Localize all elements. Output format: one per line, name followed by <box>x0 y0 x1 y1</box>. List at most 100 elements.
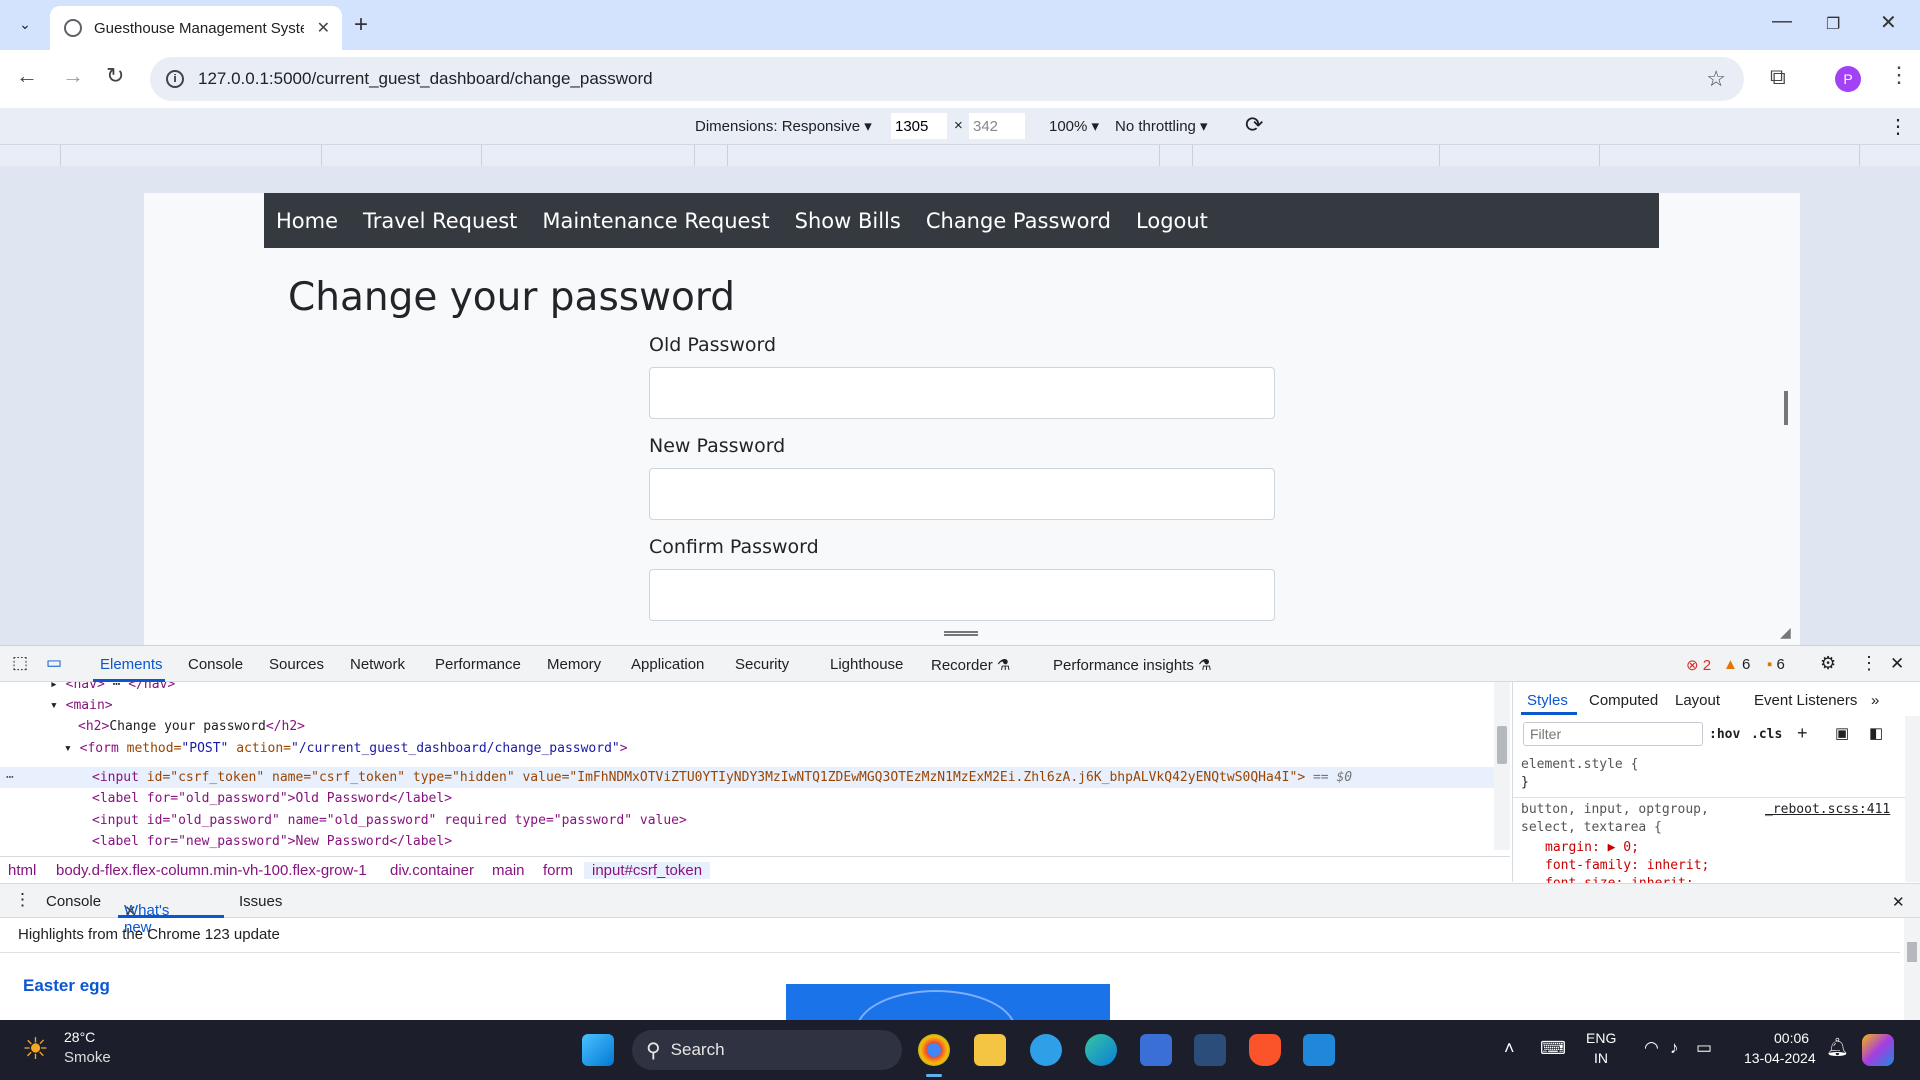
tab-console[interactable]: Console <box>188 656 243 673</box>
tab-network[interactable]: Network <box>350 656 405 673</box>
language-in[interactable]: IN <box>1594 1050 1608 1066</box>
scrollbar-thumb[interactable] <box>1497 726 1507 764</box>
whats-new-banner-image[interactable] <box>786 984 1110 1022</box>
nav-home[interactable]: Home <box>276 209 338 233</box>
vscode-icon[interactable] <box>1303 1034 1335 1066</box>
drawer-scrollbar[interactable] <box>1904 918 1920 1022</box>
code-line-form[interactable]: ▾ <form method="POST" action="/current_g… <box>64 738 628 759</box>
nav-logout[interactable]: Logout <box>1136 209 1208 233</box>
inspect-element-icon[interactable]: ⬚ <box>12 653 28 673</box>
nav-maintenance-request[interactable]: Maintenance Request <box>542 209 769 233</box>
nav-change-password[interactable]: Change Password <box>926 209 1111 233</box>
more-tabs-icon[interactable]: » <box>1871 692 1879 709</box>
devtools-close-icon[interactable]: ✕ <box>1890 654 1904 674</box>
file-explorer-icon[interactable] <box>974 1034 1006 1066</box>
clock-date[interactable]: 13-04-2024 <box>1744 1050 1816 1066</box>
brave-icon[interactable] <box>1249 1034 1281 1066</box>
window-close-icon[interactable]: ✕ <box>1880 10 1897 35</box>
restore-icon[interactable]: ❐ <box>1826 14 1840 34</box>
keyboard-icon[interactable]: ⌨ <box>1540 1038 1566 1059</box>
weather-desc[interactable]: Smoke <box>64 1049 111 1066</box>
tab-layout[interactable]: Layout <box>1675 692 1720 709</box>
bookmark-star-icon[interactable]: ☆ <box>1706 66 1726 92</box>
resize-handle-bottom[interactable] <box>944 631 978 636</box>
new-password-input[interactable] <box>649 468 1275 520</box>
issues-count[interactable]: ▪ 6 <box>1767 656 1785 673</box>
reload-icon[interactable]: ↻ <box>106 63 124 89</box>
code-line-label1[interactable]: <label for="old_password">Old Password</… <box>92 788 452 809</box>
resize-handle-right[interactable] <box>1784 391 1788 425</box>
site-info-icon[interactable]: i <box>166 70 184 88</box>
zoom-dropdown[interactable]: 100% ▾ <box>1049 117 1099 135</box>
tab-memory[interactable]: Memory <box>547 656 601 673</box>
copilot-icon[interactable] <box>1030 1034 1062 1066</box>
tab-recorder[interactable]: Recorder ⚗ <box>931 656 1010 674</box>
styles-scrollbar[interactable] <box>1905 716 1920 882</box>
settings-gear-icon[interactable]: ⚙ <box>1820 653 1836 674</box>
chevron-up-icon[interactable]: ˄ <box>1504 1038 1515 1059</box>
nav-show-bills[interactable]: Show Bills <box>795 209 901 233</box>
sidebar-toggle-icon[interactable]: ◧ <box>1869 724 1883 742</box>
code-line-h2[interactable]: <h2>Change your password</h2> <box>78 716 305 737</box>
breadcrumb-main[interactable]: main <box>492 862 525 879</box>
tab-performance-insights[interactable]: Performance insights ⚗ <box>1053 656 1212 674</box>
elements-scrollbar[interactable] <box>1494 682 1510 850</box>
drawer-close-icon[interactable]: ✕ <box>1892 893 1905 911</box>
devtools-more-icon[interactable]: ⋮ <box>1860 653 1878 674</box>
extensions-icon[interactable]: ⧉ <box>1770 64 1786 90</box>
code-line-label2[interactable]: <label for="new_password">New Password</… <box>92 831 452 850</box>
viewport-height-input[interactable] <box>969 113 1025 139</box>
breadcrumb-form[interactable]: form <box>543 862 573 879</box>
add-rule-icon[interactable]: + <box>1797 723 1808 744</box>
tab-application[interactable]: Application <box>631 656 704 673</box>
minimize-icon[interactable]: — <box>1772 10 1792 33</box>
breadcrumb-html[interactable]: html <box>8 862 36 879</box>
forward-icon[interactable]: → <box>62 63 84 89</box>
prop-font-family[interactable]: font-family: inherit; <box>1545 858 1709 873</box>
new-tab-button[interactable]: + <box>354 11 368 39</box>
breadcrumb-body[interactable]: body.d-flex.flex-column.min-vh-100.flex-… <box>56 862 367 879</box>
weather-icon[interactable]: ☀ <box>22 1032 49 1067</box>
resize-corner-icon[interactable]: ◢ <box>1780 624 1791 641</box>
browser-tab-active[interactable]: Guesthouse Management Syste ✕ <box>50 6 342 50</box>
code-line-csrf[interactable]: <input id="csrf_token" name="csrf_token"… <box>92 767 1352 788</box>
back-icon[interactable]: ← <box>16 63 38 89</box>
tab-lighthouse[interactable]: Lighthouse <box>830 656 903 673</box>
edge-icon[interactable] <box>1085 1034 1117 1066</box>
code-line-nav[interactable]: ▸ <nav> ⋯ </nav> <box>50 682 175 695</box>
notification-bell-icon[interactable]: 🔔︎ <box>1826 1037 1849 1058</box>
volume-icon[interactable]: ♪ <box>1670 1038 1679 1058</box>
old-password-input[interactable] <box>649 367 1275 419</box>
tab-performance[interactable]: Performance <box>435 656 521 673</box>
drawer-tab-console[interactable]: Console <box>46 893 101 910</box>
rotate-icon[interactable]: ⟳ <box>1245 112 1263 138</box>
row-more-icon[interactable]: ⋯ <box>6 767 14 788</box>
device-more-icon[interactable]: ⋮ <box>1888 114 1908 139</box>
hov-toggle[interactable]: :hov <box>1709 727 1740 742</box>
code-line-main[interactable]: ▾ <main> <box>50 695 113 716</box>
prop-margin[interactable]: margin: ▶ 0; <box>1545 840 1639 855</box>
code-line-input2[interactable]: <input id="old_password" name="old_passw… <box>92 810 687 831</box>
tab-search-button[interactable]: ⌄ <box>8 7 42 41</box>
drawer-tab-issues[interactable]: Issues <box>239 893 282 910</box>
weather-temp[interactable]: 28°C <box>64 1029 95 1045</box>
error-count[interactable]: ⊗ 2 <box>1686 656 1711 674</box>
wifi-icon[interactable]: ◠ <box>1644 1038 1659 1058</box>
snipping-tool-icon[interactable] <box>1194 1034 1226 1066</box>
tab-computed[interactable]: Computed <box>1589 692 1658 709</box>
viewport-width-input[interactable] <box>891 113 947 139</box>
device-toggle-icon[interactable]: ▭ <box>46 653 62 673</box>
breadcrumb-input[interactable]: input#csrf_token <box>584 862 711 879</box>
tab-security[interactable]: Security <box>735 656 789 673</box>
rule-source-link[interactable]: _reboot.scss:411 <box>1765 802 1890 817</box>
warning-count[interactable]: ▲ 6 <box>1723 656 1750 673</box>
store-icon[interactable] <box>1140 1034 1172 1066</box>
tab-event-listeners[interactable]: Event Listeners <box>1754 692 1857 709</box>
more-menu-icon[interactable]: ⋮ <box>1888 62 1910 88</box>
windows-start-icon[interactable] <box>582 1034 614 1066</box>
battery-icon[interactable]: ▭ <box>1696 1038 1712 1058</box>
confirm-password-input[interactable] <box>649 569 1275 621</box>
drawer-menu-icon[interactable]: ⋮ <box>14 890 31 910</box>
taskbar-search[interactable]: ⚲ Search <box>632 1030 902 1070</box>
close-icon[interactable]: ✕ <box>317 18 330 38</box>
